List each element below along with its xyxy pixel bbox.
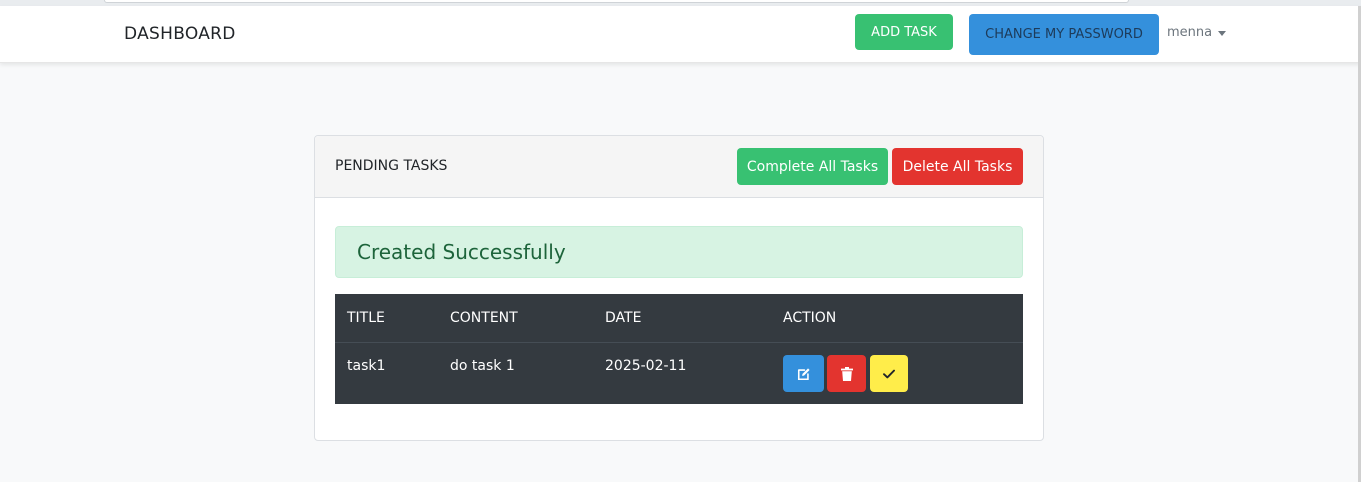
caret-down-icon	[1218, 30, 1227, 36]
column-header-date: DATE	[605, 310, 642, 326]
navbar: DASHBOARD ADD TASK CHANGE MY PASSWORD me…	[0, 6, 1361, 63]
card-title: PENDING TASKS	[335, 158, 448, 174]
success-alert: Created Successfully	[335, 226, 1023, 278]
column-header-action: ACTION	[783, 310, 837, 326]
edit-task-button[interactable]	[783, 355, 824, 392]
check-icon	[883, 369, 895, 378]
user-name: menna	[1167, 25, 1213, 40]
card-header: PENDING TASKS Complete All Tasks Delete …	[315, 136, 1043, 198]
column-header-content: CONTENT	[450, 310, 518, 326]
tasks-table: TITLE CONTENT DATE ACTION task1 do task …	[335, 294, 1023, 404]
task-date-cell: 2025-02-11	[605, 358, 687, 374]
top-strip-inner	[104, 0, 1129, 3]
complete-task-button[interactable]	[870, 355, 908, 392]
add-task-button[interactable]: ADD TASK	[855, 14, 953, 50]
pending-tasks-card: PENDING TASKS Complete All Tasks Delete …	[314, 135, 1044, 441]
user-dropdown[interactable]: menna	[1167, 25, 1227, 40]
delete-task-button[interactable]	[827, 355, 866, 392]
task-content-cell: do task 1	[450, 358, 515, 374]
trash-icon	[840, 366, 853, 381]
alert-message: Created Successfully	[357, 240, 566, 264]
brand-title[interactable]: DASHBOARD	[124, 24, 236, 44]
complete-all-tasks-button[interactable]: Complete All Tasks	[737, 148, 888, 185]
change-password-button[interactable]: CHANGE MY PASSWORD	[969, 14, 1159, 55]
task-title-cell: task1	[347, 358, 386, 374]
column-header-title: TITLE	[347, 310, 385, 326]
edit-icon	[797, 367, 810, 380]
table-header-row: TITLE CONTENT DATE ACTION	[335, 294, 1023, 343]
delete-all-tasks-button[interactable]: Delete All Tasks	[892, 148, 1023, 185]
